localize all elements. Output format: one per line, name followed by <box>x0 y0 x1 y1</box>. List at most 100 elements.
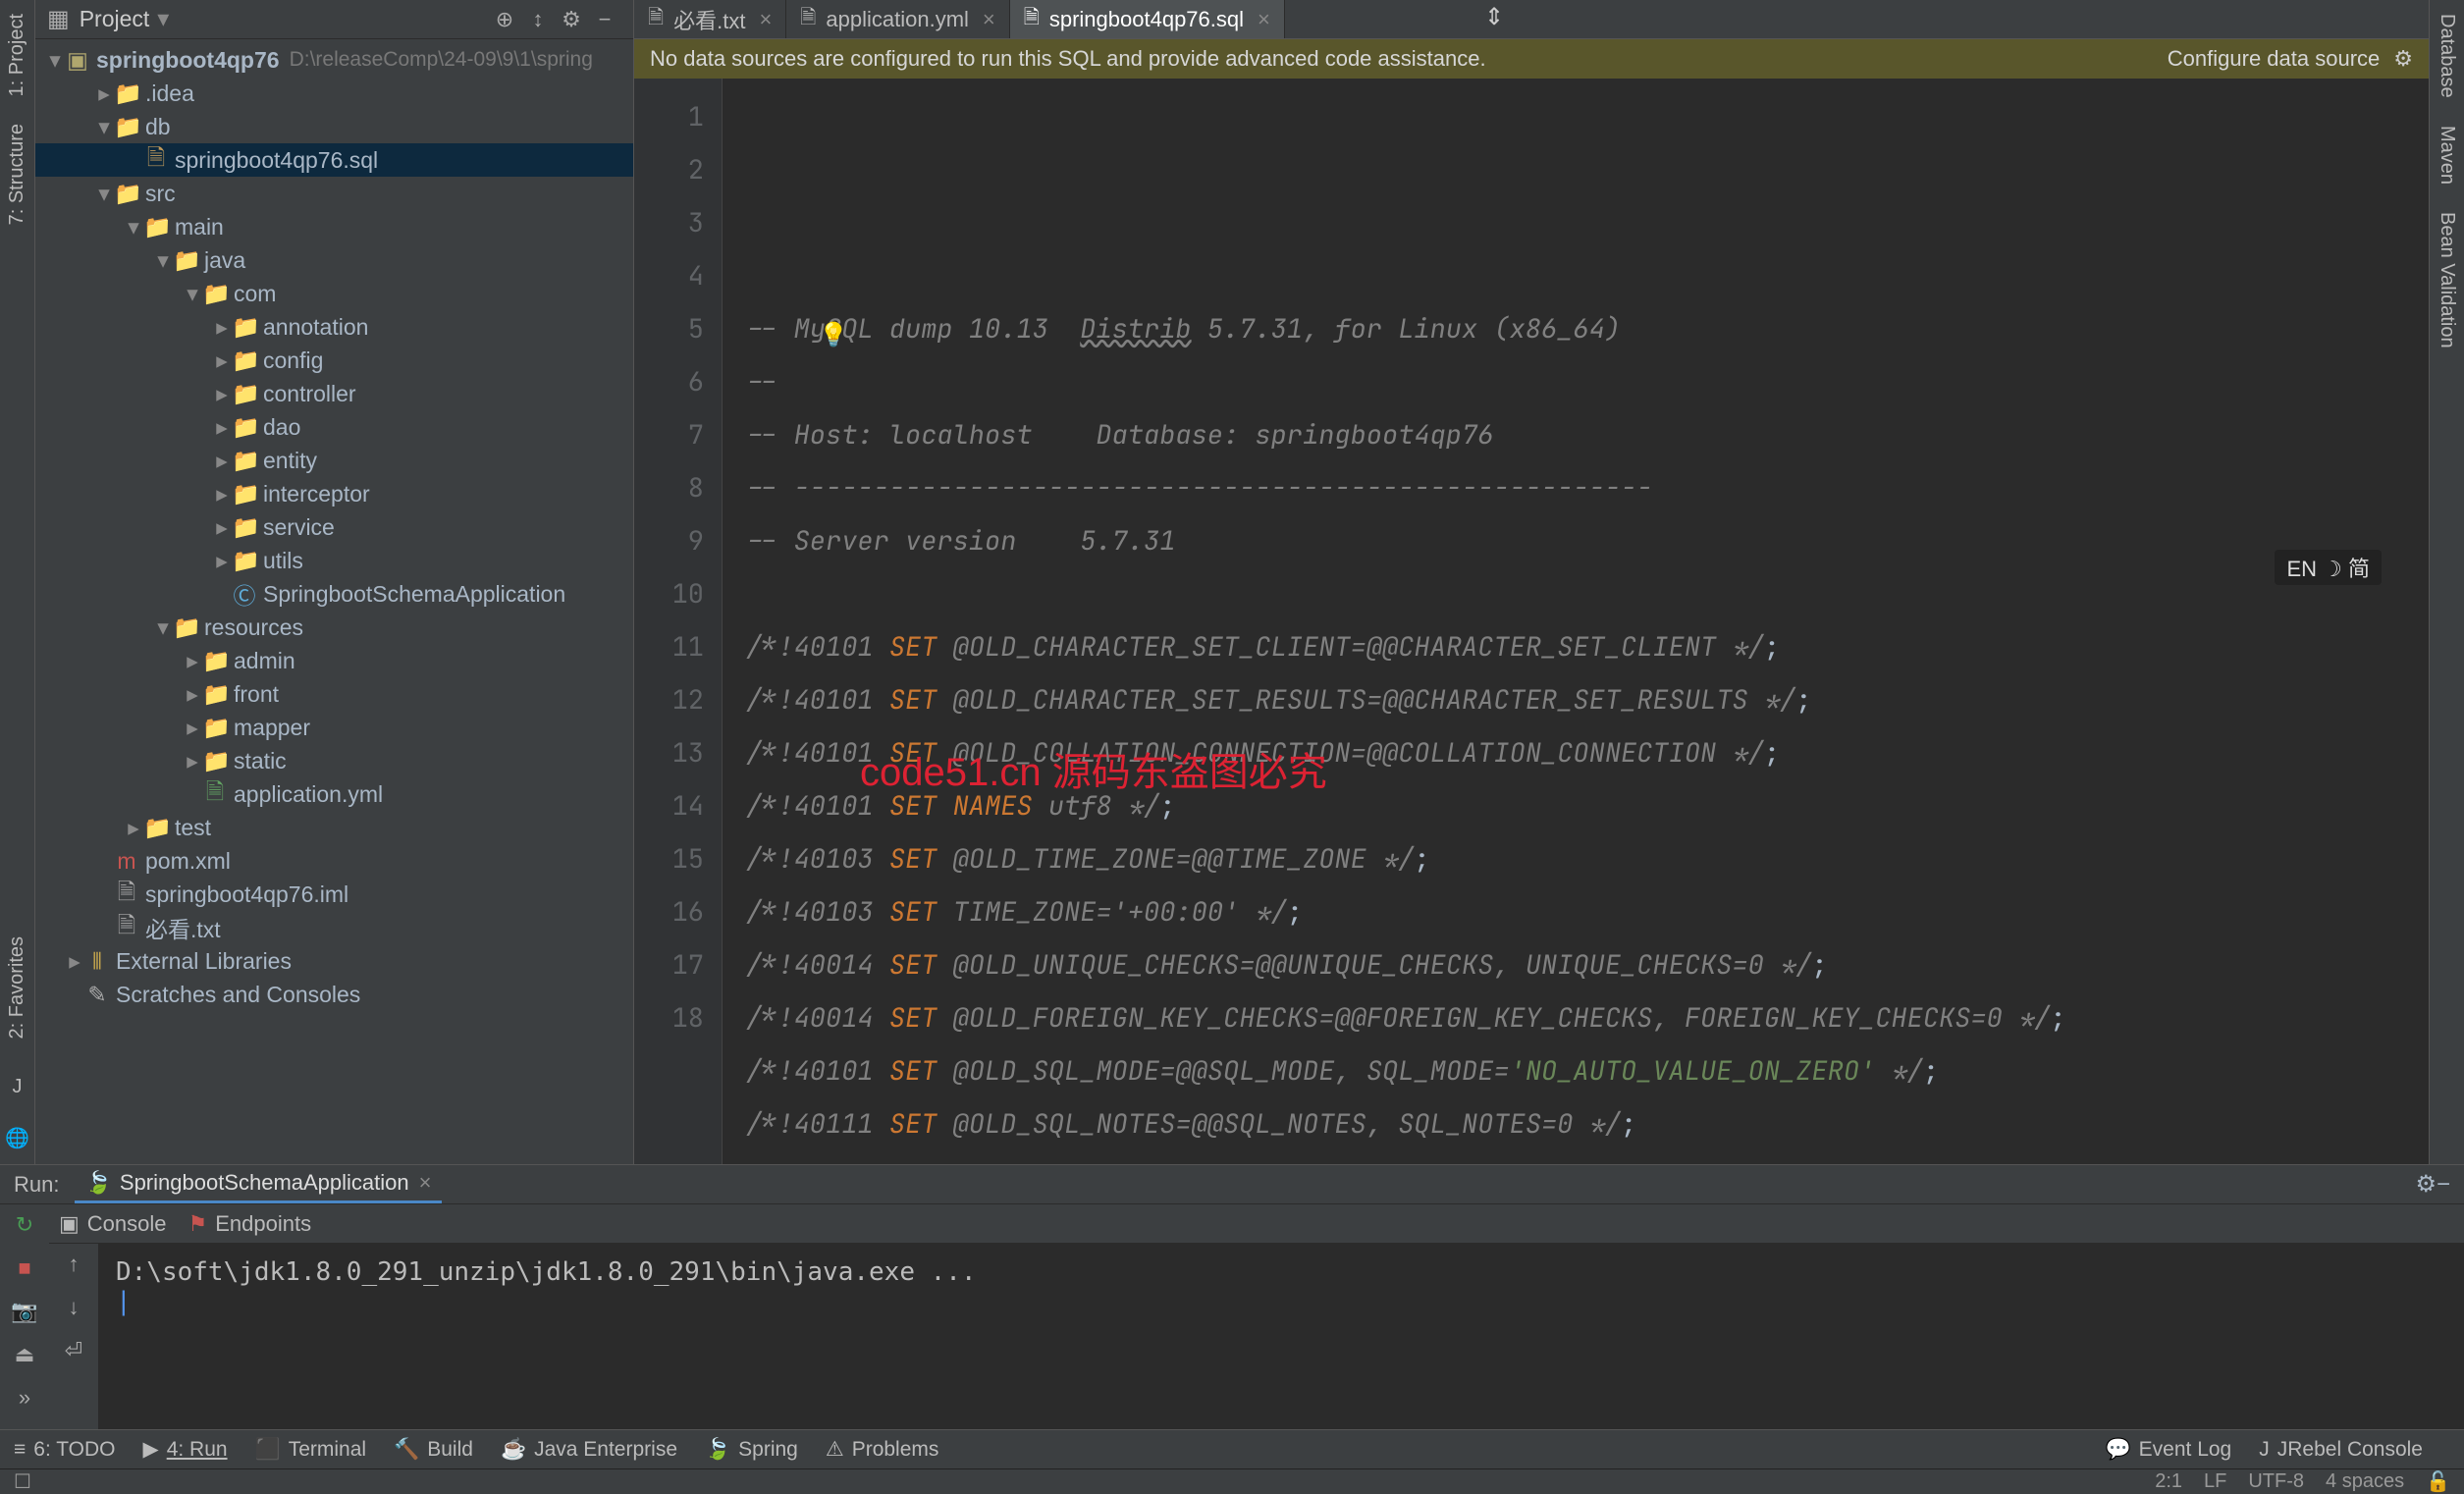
down-icon[interactable]: ↓ <box>69 1295 80 1320</box>
bottom-tool-build[interactable]: 🔨Build <box>394 1438 473 1462</box>
file-encoding[interactable]: UTF-8 <box>2248 1470 2304 1493</box>
bottom-tool-jrebel-console[interactable]: JJRebel Console <box>2259 1438 2423 1462</box>
project-sidebar: ▦ Project ▾ ⊕ ↕ ⚙ − ▾▣ springboot4qp76 D… <box>35 0 634 1164</box>
run-hide-icon[interactable]: − <box>2437 1171 2450 1199</box>
bottom-tool-problems[interactable]: ⚠Problems <box>826 1437 939 1462</box>
datasource-banner: No data sources are configured to run th… <box>634 39 2429 79</box>
editor-tab[interactable]: 🗎springboot4qp76.sql× <box>1010 0 1285 38</box>
line-separator[interactable]: LF <box>2204 1470 2226 1493</box>
editor-tab[interactable]: 🗎必看.txt× <box>634 0 786 38</box>
tree-node[interactable]: ▸📁.idea <box>35 77 633 110</box>
console-output[interactable]: D:\soft\jdk1.8.0_291_unzip\jdk1.8.0_291\… <box>98 1244 2464 1429</box>
tree-node[interactable]: ▸📁admin <box>35 644 633 677</box>
bottom-tool-spring[interactable]: 🍃Spring <box>705 1438 798 1462</box>
bottom-tool-java-enterprise[interactable]: ☕Java Enterprise <box>501 1438 677 1462</box>
bottom-toolbar: ≡6: TODO ▶4: Run ⬛Terminal 🔨Build ☕Java Ente… <box>0 1429 2464 1468</box>
tree-node[interactable]: ▸📁config <box>35 344 633 377</box>
tree-node[interactable]: ▸📁static <box>35 744 633 777</box>
more-icon[interactable]: » <box>19 1385 30 1411</box>
gear-icon[interactable]: ⚙ <box>555 7 588 32</box>
tree-node[interactable]: ▾📁db <box>35 110 633 143</box>
endpoints-tab[interactable]: ⚑Endpoints <box>188 1211 312 1237</box>
tree-node[interactable]: ▾📁src <box>35 177 633 210</box>
gutter-tab-project[interactable]: 1: Project <box>2 0 32 110</box>
close-icon[interactable]: × <box>419 1170 432 1196</box>
editor-area: 🗎必看.txt×🗎application.yml×🗎springboot4qp7… <box>634 0 2429 1164</box>
rerun-icon[interactable]: ↻ <box>16 1212 33 1238</box>
indent-setting[interactable]: 4 spaces <box>2326 1470 2404 1493</box>
editor-tab[interactable]: 🗎application.yml× <box>786 0 1009 38</box>
tree-node[interactable]: ▾📁java <box>35 243 633 277</box>
run-subtabs: ▣Console ⚑Endpoints <box>49 1204 2464 1244</box>
intention-bulb-icon[interactable]: 💡 <box>819 309 848 362</box>
gutter-tab-database[interactable]: Database <box>2432 0 2462 112</box>
gutter-icon-web[interactable]: 🌐 <box>1 1112 33 1164</box>
sidebar-title[interactable]: Project <box>80 6 150 32</box>
tree-node[interactable]: ▸📁entity <box>35 444 633 477</box>
camera-icon[interactable]: 📷 <box>11 1299 37 1324</box>
wrap-icon[interactable]: ⏎ <box>65 1338 82 1363</box>
chevron-down-icon[interactable]: ▾ <box>157 5 169 33</box>
bottom-tool-terminal[interactable]: ⬛Terminal <box>255 1438 367 1462</box>
close-icon[interactable]: × <box>759 7 772 32</box>
run-gear-icon[interactable]: ⚙ <box>2415 1170 2437 1199</box>
tree-node[interactable]: ⒸSpringbootSchemaApplication <box>35 577 633 611</box>
configure-datasource-link[interactable]: Configure data source <box>2168 46 2380 72</box>
gutter-tab-structure[interactable]: 7: Structure <box>2 110 32 239</box>
console-tab[interactable]: ▣Console <box>59 1211 167 1237</box>
tree-node[interactable]: mpom.xml <box>35 844 633 878</box>
tree-node[interactable]: ▸📁service <box>35 510 633 544</box>
spring-icon: 🍃 <box>84 1170 111 1196</box>
editor-tabs: 🗎必看.txt×🗎application.yml×🗎springboot4qp7… <box>634 0 2429 39</box>
line-gutter: 123456789101112131415161718 <box>634 79 723 1164</box>
gutter-tab-favorites[interactable]: 2: Favorites <box>2 923 32 1052</box>
tree-node[interactable]: ▾📁resources <box>35 611 633 644</box>
caret-position[interactable]: 2:1 <box>2155 1470 2182 1493</box>
tree-node[interactable]: 🗎springboot4qp76.sql <box>35 143 633 177</box>
exit-icon[interactable]: ⏏ <box>15 1342 35 1367</box>
ime-indicator[interactable]: EN ☽ 简 <box>2275 550 2382 585</box>
tree-node[interactable]: ▸📁interceptor <box>35 477 633 510</box>
code-content[interactable]: 💡 code51.cn 源码东盗图必究 -- MySQL dump 10.13 … <box>723 79 2429 1164</box>
tree-node[interactable]: ▾📁main <box>35 210 633 243</box>
tree-node[interactable]: ▸📁dao <box>35 410 633 444</box>
gutter-tab-maven[interactable]: Maven <box>2432 112 2462 198</box>
gutter-icon-jrebel[interactable]: J <box>9 1062 27 1112</box>
run-toolbar: ↻ ■ 📷 ⏏ » <box>0 1204 49 1429</box>
tree-node[interactable]: ✎Scratches and Consoles <box>35 978 633 1011</box>
tree-node[interactable]: ▾📁com <box>35 277 633 310</box>
tree-node[interactable]: ▸📁front <box>35 677 633 711</box>
tree-node[interactable]: ▸📁annotation <box>35 310 633 344</box>
banner-gear-icon[interactable]: ⚙ <box>2393 46 2413 72</box>
tree-root[interactable]: ▾▣ springboot4qp76 D:\releaseComp\24-09\… <box>35 43 633 77</box>
run-config-tab[interactable]: 🍃 SpringbootSchemaApplication × <box>75 1165 441 1203</box>
close-icon[interactable]: × <box>983 7 995 32</box>
gutter-tab-beanvalidation[interactable]: Bean Validation <box>2432 198 2462 362</box>
hide-icon[interactable]: − <box>588 7 621 32</box>
run-panel: Run: 🍃 SpringbootSchemaApplication × ⇕ ⚙… <box>0 1164 2464 1429</box>
tree-node[interactable]: ▸📁controller <box>35 377 633 410</box>
code-editor[interactable]: 123456789101112131415161718 💡 code51.cn … <box>634 79 2429 1164</box>
stop-icon[interactable]: ■ <box>18 1255 30 1281</box>
bottom-tool-4-run[interactable]: ▶4: Run <box>143 1437 228 1462</box>
bottom-tool-event-log[interactable]: 💬Event Log <box>2106 1438 2232 1462</box>
tree-node[interactable]: ▸📁mapper <box>35 711 633 744</box>
project-tree[interactable]: ▾▣ springboot4qp76 D:\releaseComp\24-09\… <box>35 39 633 1164</box>
right-tool-gutter: Database Maven Bean Validation <box>2429 0 2464 1164</box>
tree-node[interactable]: 🗎application.yml <box>35 777 633 811</box>
tree-node[interactable]: 🗎必看.txt <box>35 911 633 944</box>
expand-icon[interactable]: ↕ <box>521 7 555 32</box>
status-bar: ☐ 2:1 LF UTF-8 4 spaces 🔓 <box>0 1468 2464 1494</box>
locate-icon[interactable]: ⊕ <box>488 7 521 32</box>
left-tool-gutter: 1: Project 7: Structure 2: Favorites J 🌐 <box>0 0 35 1164</box>
tree-node[interactable]: ▸📁utils <box>35 544 633 577</box>
readonly-lock-icon[interactable]: 🔓 <box>2426 1469 2450 1494</box>
tree-node[interactable]: 🗎springboot4qp76.iml <box>35 878 633 911</box>
status-menu-icon[interactable]: ☐ <box>14 1469 31 1494</box>
tree-node[interactable]: ▸📁test <box>35 811 633 844</box>
up-icon[interactable]: ↑ <box>69 1252 80 1277</box>
project-icon: ▦ <box>47 5 70 33</box>
bottom-tool-6-todo[interactable]: ≡6: TODO <box>14 1438 116 1462</box>
tree-node[interactable]: ▸⫴External Libraries <box>35 944 633 978</box>
close-icon[interactable]: × <box>1258 7 1270 32</box>
